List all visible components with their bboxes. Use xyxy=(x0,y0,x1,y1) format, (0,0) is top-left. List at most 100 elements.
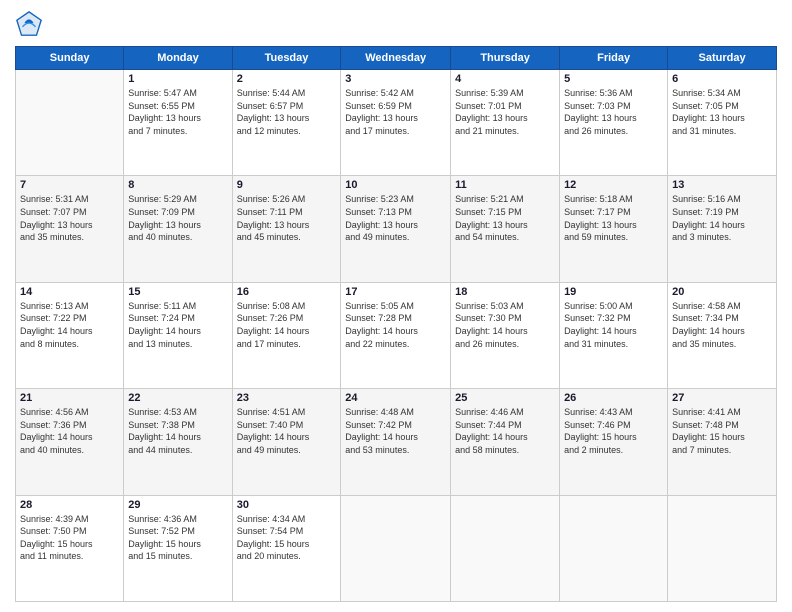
weekday-header-row: SundayMondayTuesdayWednesdayThursdayFrid… xyxy=(16,47,777,70)
calendar-cell: 18Sunrise: 5:03 AM Sunset: 7:30 PM Dayli… xyxy=(451,282,560,388)
day-number: 25 xyxy=(455,392,555,404)
day-number: 6 xyxy=(672,73,772,85)
day-info: Sunrise: 4:43 AM Sunset: 7:46 PM Dayligh… xyxy=(564,406,663,456)
calendar-cell: 7 Sunrise: 5:31 AM Sunset: 7:07 PM Daylig… xyxy=(16,176,124,282)
day-number: 7 xyxy=(20,179,119,191)
day-info: Sunrise: 4:46 AM Sunset: 7:44 PM Dayligh… xyxy=(455,406,555,456)
weekday-header-saturday: Saturday xyxy=(668,47,777,70)
calendar-cell xyxy=(16,70,124,176)
day-info: Sunrise: 5:34 AM Sunset: 7:05 PM Dayligh… xyxy=(672,87,772,137)
day-number: 9 xyxy=(237,179,337,191)
day-number: 5 xyxy=(564,73,663,85)
calendar-cell: 29 Sunrise: 4:36 AM Sunset: 7:52 PM Dayli… xyxy=(124,495,232,601)
day-number: 17 xyxy=(345,286,446,298)
calendar-cell xyxy=(451,495,560,601)
calendar-cell: 21 Sunrise: 4:56 AM Sunset: 7:36 PM Dayli… xyxy=(16,389,124,495)
weekday-header-monday: Monday xyxy=(124,47,232,70)
calendar-cell: 3 Sunrise: 5:42 AM Sunset: 6:59 PM Daylig… xyxy=(341,70,451,176)
calendar-cell: 25 Sunrise: 4:46 AM Sunset: 7:44 PM Dayli… xyxy=(451,389,560,495)
weekday-header-thursday: Thursday xyxy=(451,47,560,70)
day-number: 30 xyxy=(237,499,337,511)
weekday-header-tuesday: Tuesday xyxy=(232,47,341,70)
day-number: 13 xyxy=(672,179,772,191)
weekday-header-wednesday: Wednesday xyxy=(341,47,451,70)
day-number: 1 xyxy=(128,73,227,85)
day-info: Sunrise: 5:29 AM Sunset: 7:09 PM Dayligh… xyxy=(128,193,227,243)
day-info: Sunrise: 4:41 AM Sunset: 7:48 PM Dayligh… xyxy=(672,406,772,456)
calendar-cell: 30 Sunrise: 4:34 AM Sunset: 7:54 PM Dayli… xyxy=(232,495,341,601)
weekday-header-sunday: Sunday xyxy=(16,47,124,70)
calendar-cell: 4 Sunrise: 5:39 AM Sunset: 7:01 PM Daylig… xyxy=(451,70,560,176)
calendar-cell: 19 Sunrise: 5:00 AM Sunset: 7:32 PM Dayli… xyxy=(560,282,668,388)
day-info: Sunrise: 5:21 AM Sunset: 7:15 PM Dayligh… xyxy=(455,193,555,243)
calendar-cell: 5 Sunrise: 5:36 AM Sunset: 7:03 PM Daylig… xyxy=(560,70,668,176)
week-row-4: 21 Sunrise: 4:56 AM Sunset: 7:36 PM Dayli… xyxy=(16,389,777,495)
day-number: 2 xyxy=(237,73,337,85)
calendar-cell: 14 Sunrise: 5:13 AM Sunset: 7:22 PM Dayli… xyxy=(16,282,124,388)
day-info: Sunrise: 5:23 AM Sunset: 7:13 PM Dayligh… xyxy=(345,193,446,243)
day-number: 20 xyxy=(672,286,772,298)
day-number: 23 xyxy=(237,392,337,404)
day-info: Sunrise: 4:34 AM Sunset: 7:54 PM Dayligh… xyxy=(237,513,337,563)
day-number: 10 xyxy=(345,179,446,191)
logo xyxy=(15,10,47,38)
calendar-cell: 26Sunrise: 4:43 AM Sunset: 7:46 PM Dayli… xyxy=(560,389,668,495)
day-info: Sunrise: 4:56 AM Sunset: 7:36 PM Dayligh… xyxy=(20,406,119,456)
day-info: Sunrise: 5:42 AM Sunset: 6:59 PM Dayligh… xyxy=(345,87,446,137)
calendar-table: SundayMondayTuesdayWednesdayThursdayFrid… xyxy=(15,46,777,602)
day-info: Sunrise: 5:18 AM Sunset: 7:17 PM Dayligh… xyxy=(564,193,663,243)
calendar-cell: 15 Sunrise: 5:11 AM Sunset: 7:24 PM Dayli… xyxy=(124,282,232,388)
day-number: 11 xyxy=(455,179,555,191)
day-info: Sunrise: 4:39 AM Sunset: 7:50 PM Dayligh… xyxy=(20,513,119,563)
day-number: 24 xyxy=(345,392,446,404)
day-info: Sunrise: 4:48 AM Sunset: 7:42 PM Dayligh… xyxy=(345,406,446,456)
day-info: Sunrise: 5:39 AM Sunset: 7:01 PM Dayligh… xyxy=(455,87,555,137)
day-number: 21 xyxy=(20,392,119,404)
day-number: 22 xyxy=(128,392,227,404)
day-number: 16 xyxy=(237,286,337,298)
calendar-cell xyxy=(668,495,777,601)
logo-icon xyxy=(15,10,43,38)
day-info: Sunrise: 4:53 AM Sunset: 7:38 PM Dayligh… xyxy=(128,406,227,456)
day-info: Sunrise: 4:36 AM Sunset: 7:52 PM Dayligh… xyxy=(128,513,227,563)
day-info: Sunrise: 5:05 AM Sunset: 7:28 PM Dayligh… xyxy=(345,300,446,350)
day-number: 15 xyxy=(128,286,227,298)
day-number: 8 xyxy=(128,179,227,191)
calendar-cell: 6 Sunrise: 5:34 AM Sunset: 7:05 PM Daylig… xyxy=(668,70,777,176)
day-number: 27 xyxy=(672,392,772,404)
weekday-header-friday: Friday xyxy=(560,47,668,70)
week-row-2: 7 Sunrise: 5:31 AM Sunset: 7:07 PM Daylig… xyxy=(16,176,777,282)
day-info: Sunrise: 5:36 AM Sunset: 7:03 PM Dayligh… xyxy=(564,87,663,137)
day-number: 14 xyxy=(20,286,119,298)
day-number: 29 xyxy=(128,499,227,511)
calendar-cell: 8 Sunrise: 5:29 AM Sunset: 7:09 PM Daylig… xyxy=(124,176,232,282)
day-number: 12 xyxy=(564,179,663,191)
day-number: 19 xyxy=(564,286,663,298)
calendar-cell: 20 Sunrise: 4:58 AM Sunset: 7:34 PM Dayli… xyxy=(668,282,777,388)
calendar-cell: 27 Sunrise: 4:41 AM Sunset: 7:48 PM Dayli… xyxy=(668,389,777,495)
day-info: Sunrise: 5:11 AM Sunset: 7:24 PM Dayligh… xyxy=(128,300,227,350)
day-info: Sunrise: 5:16 AM Sunset: 7:19 PM Dayligh… xyxy=(672,193,772,243)
calendar-cell: 24 Sunrise: 4:48 AM Sunset: 7:42 PM Dayli… xyxy=(341,389,451,495)
day-number: 3 xyxy=(345,73,446,85)
calendar-cell: 1 Sunrise: 5:47 AM Sunset: 6:55 PM Daylig… xyxy=(124,70,232,176)
calendar-cell: 10 Sunrise: 5:23 AM Sunset: 7:13 PM Dayli… xyxy=(341,176,451,282)
day-number: 4 xyxy=(455,73,555,85)
header xyxy=(15,10,777,38)
calendar-cell xyxy=(341,495,451,601)
day-info: Sunrise: 4:58 AM Sunset: 7:34 PM Dayligh… xyxy=(672,300,772,350)
day-info: Sunrise: 5:26 AM Sunset: 7:11 PM Dayligh… xyxy=(237,193,337,243)
day-info: Sunrise: 5:31 AM Sunset: 7:07 PM Dayligh… xyxy=(20,193,119,243)
calendar-cell: 13 Sunrise: 5:16 AM Sunset: 7:19 PM Dayli… xyxy=(668,176,777,282)
calendar-cell: 12 Sunrise: 5:18 AM Sunset: 7:17 PM Dayli… xyxy=(560,176,668,282)
day-info: Sunrise: 5:00 AM Sunset: 7:32 PM Dayligh… xyxy=(564,300,663,350)
calendar-cell: 2Sunrise: 5:44 AM Sunset: 6:57 PM Daylig… xyxy=(232,70,341,176)
day-info: Sunrise: 4:51 AM Sunset: 7:40 PM Dayligh… xyxy=(237,406,337,456)
page: SundayMondayTuesdayWednesdayThursdayFrid… xyxy=(0,0,792,612)
calendar-cell: 22 Sunrise: 4:53 AM Sunset: 7:38 PM Dayli… xyxy=(124,389,232,495)
calendar-cell xyxy=(560,495,668,601)
day-info: Sunrise: 5:47 AM Sunset: 6:55 PM Dayligh… xyxy=(128,87,227,137)
calendar-cell: 16Sunrise: 5:08 AM Sunset: 7:26 PM Dayli… xyxy=(232,282,341,388)
day-info: Sunrise: 5:13 AM Sunset: 7:22 PM Dayligh… xyxy=(20,300,119,350)
day-number: 18 xyxy=(455,286,555,298)
